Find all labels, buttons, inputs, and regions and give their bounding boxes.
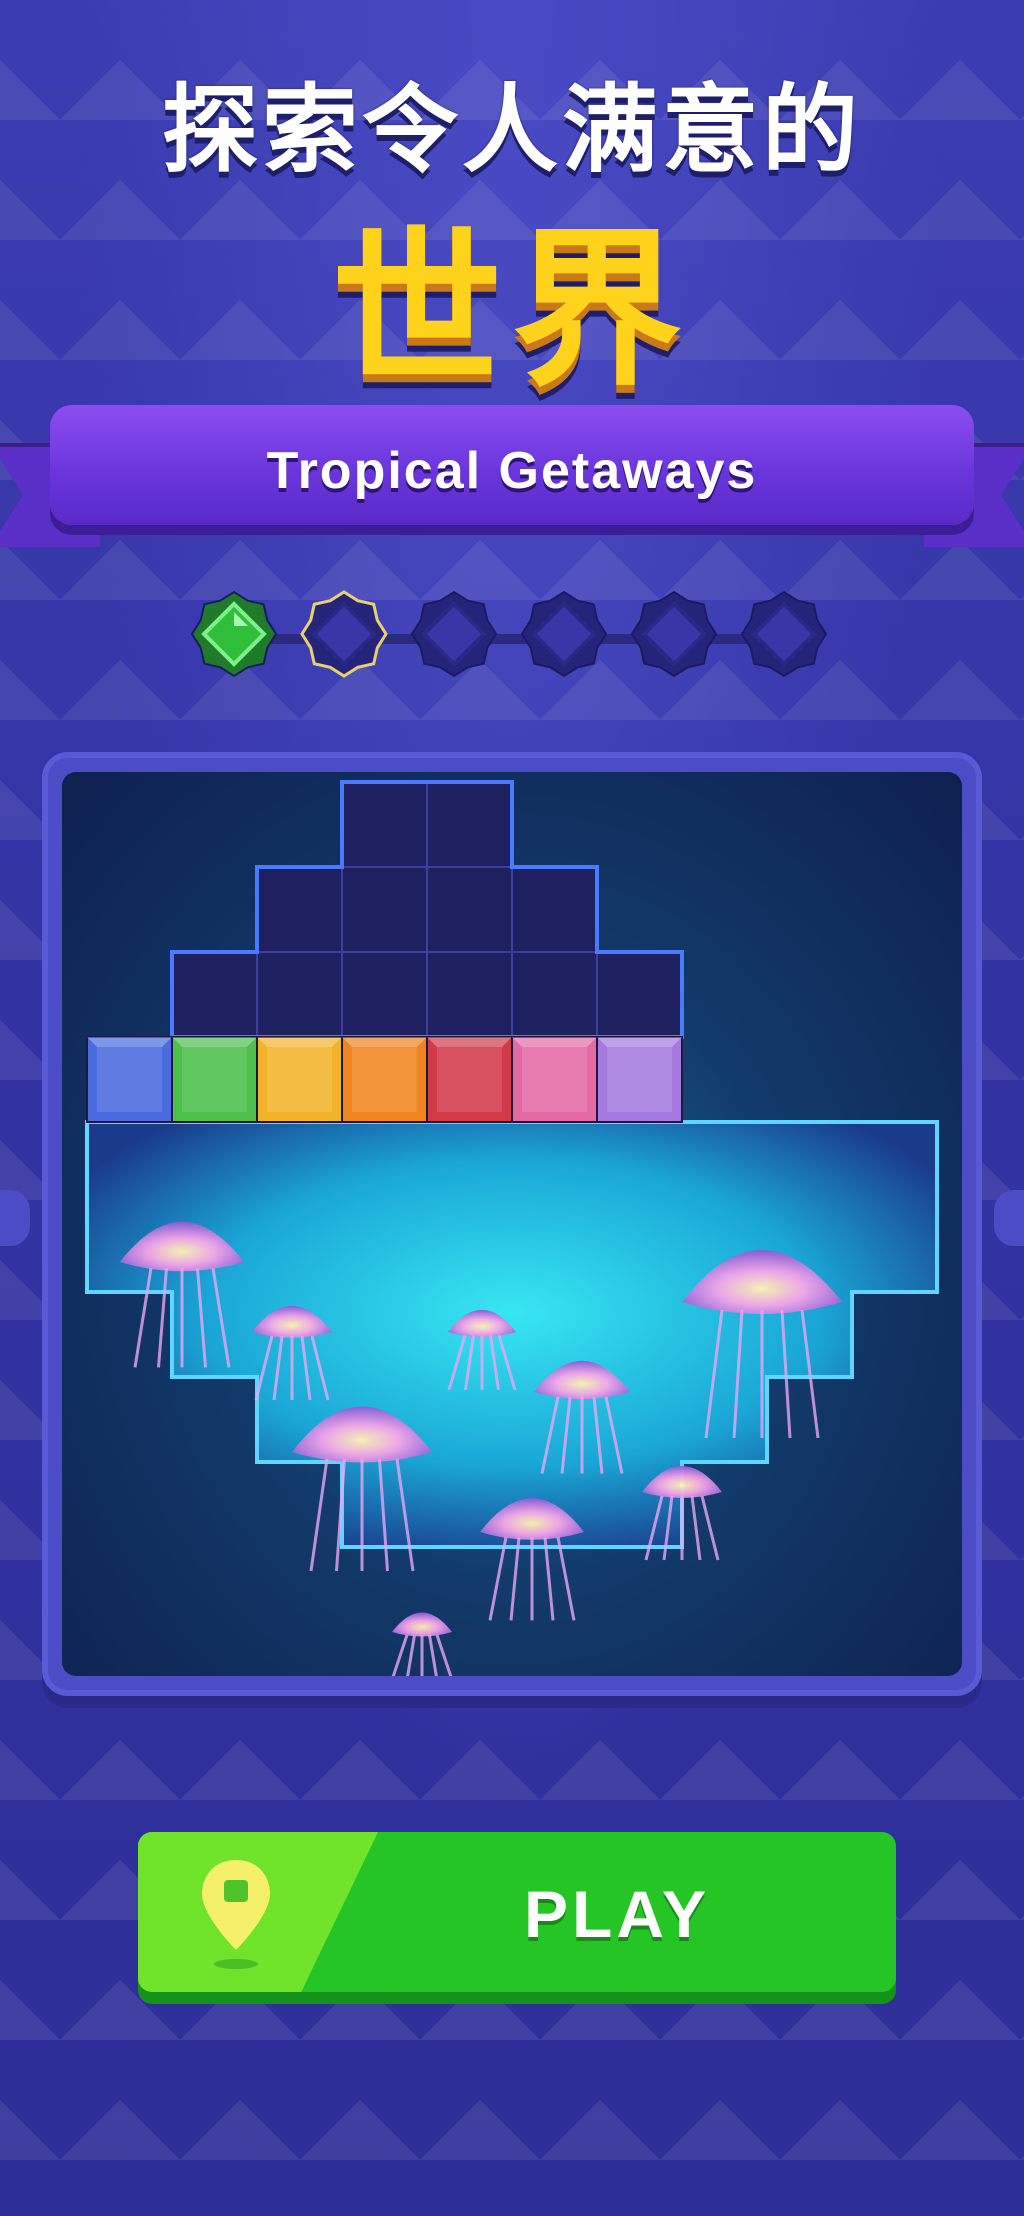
glow-region (85, 1120, 939, 1549)
map-pin-icon (202, 1860, 270, 1969)
gem-slot-icon (630, 590, 718, 678)
empty-cell (511, 866, 598, 953)
empty-cell (596, 951, 683, 1038)
empty-cell (426, 866, 513, 953)
headline-line2: 世界 (331, 212, 692, 410)
gem-slot-icon (300, 590, 388, 678)
gem-slot-icon (520, 590, 608, 678)
empty-cell (341, 781, 428, 868)
world-ribbon: Tropical Getaways (0, 395, 1024, 565)
gem-slot-icon (740, 590, 828, 678)
ribbon-banner: Tropical Getaways (50, 405, 974, 525)
empty-cell (341, 951, 428, 1038)
board-notch-left (0, 1190, 30, 1246)
world-title: Tropical Getaways (266, 442, 758, 500)
play-label: PLAY (524, 1877, 710, 1951)
play-button[interactable]: PLAY (138, 1832, 896, 1992)
headline-line1: 探索令人满意的 (162, 74, 862, 186)
empty-cell (426, 951, 513, 1038)
empty-cell (426, 781, 513, 868)
jellyfish (392, 1612, 452, 1637)
board-illustration (85, 780, 939, 1676)
empty-cell (511, 951, 598, 1038)
empty-cell (256, 951, 343, 1038)
puzzle-board[interactable] (62, 772, 962, 1676)
green-gem-icon (190, 590, 278, 678)
empty-cell (256, 866, 343, 953)
empty-cell (171, 951, 258, 1038)
empty-cell (341, 866, 428, 953)
gem-slot-icon (410, 590, 498, 678)
board-notch-right (994, 1190, 1024, 1246)
level-progress (0, 590, 1024, 690)
